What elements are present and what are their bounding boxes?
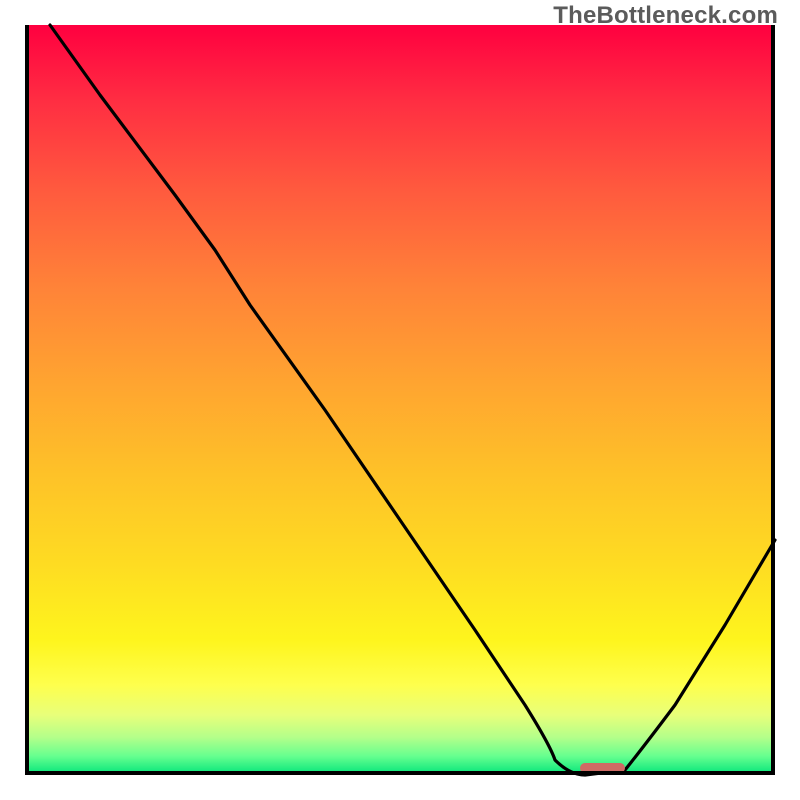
bottleneck-curve	[25, 25, 775, 775]
x-axis	[25, 771, 775, 775]
chart-frame: TheBottleneck.com	[0, 0, 800, 800]
curve-path	[50, 25, 775, 775]
y-axis-right	[771, 25, 775, 775]
watermark-text: TheBottleneck.com	[553, 2, 778, 30]
y-axis-left	[25, 25, 29, 775]
